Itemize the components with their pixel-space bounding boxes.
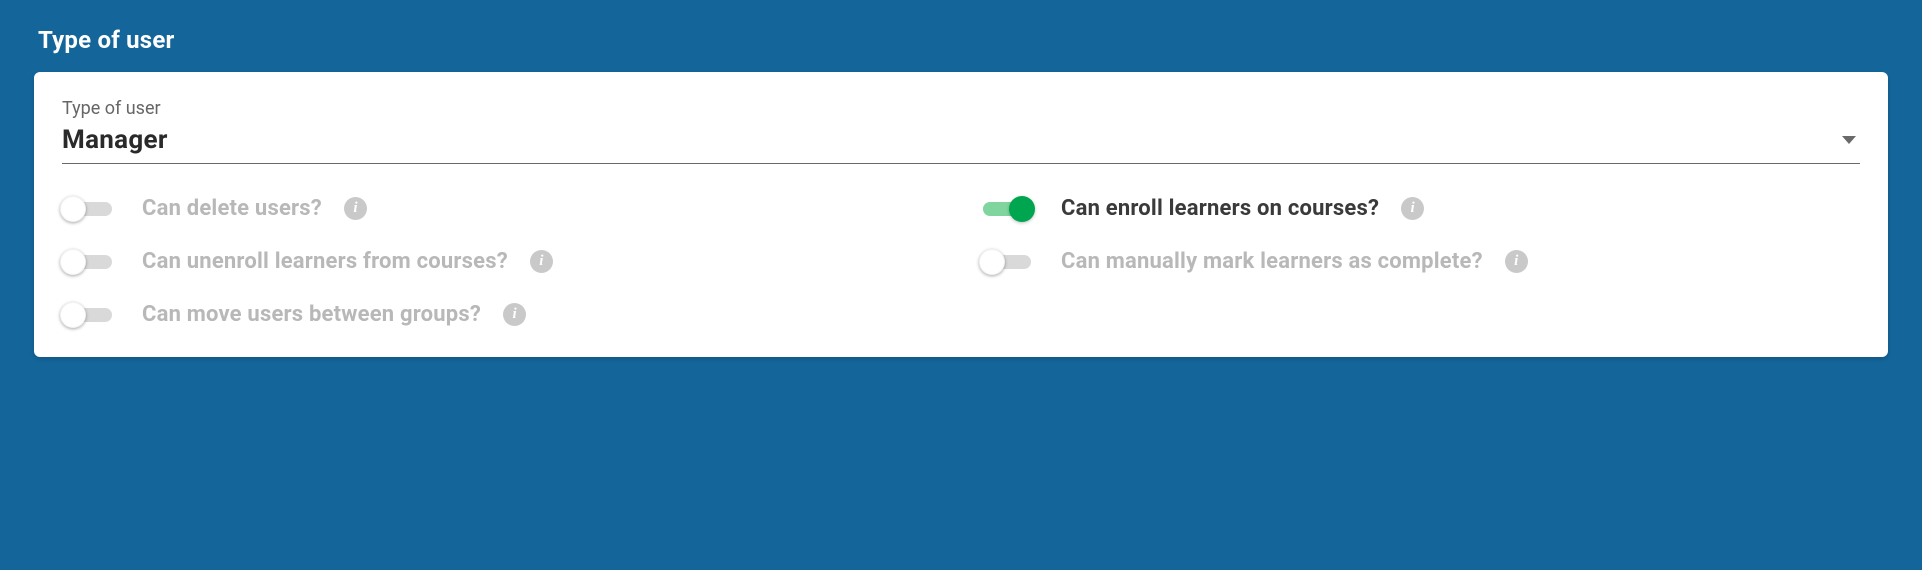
permission-label: Can delete users? bbox=[142, 196, 322, 221]
info-icon[interactable]: i bbox=[1401, 197, 1424, 220]
section-title: Type of user bbox=[38, 26, 1888, 54]
toggle-move-groups[interactable] bbox=[62, 305, 114, 325]
permission-row-unenroll-learners: Can unenroll learners from courses? i bbox=[62, 249, 941, 274]
info-icon[interactable]: i bbox=[503, 303, 526, 326]
permission-row-move-groups: Can move users between groups? i bbox=[62, 302, 941, 327]
info-icon[interactable]: i bbox=[530, 250, 553, 273]
type-of-user-value: Manager bbox=[62, 125, 1842, 155]
permission-label: Can unenroll learners from courses? bbox=[142, 249, 508, 274]
permissions-grid: Can delete users? i Can enroll learners … bbox=[62, 196, 1860, 327]
permission-row-mark-complete: Can manually mark learners as complete? … bbox=[981, 249, 1860, 274]
permission-label: Can enroll learners on courses? bbox=[1061, 196, 1379, 221]
type-of-user-label: Type of user bbox=[62, 98, 1860, 119]
permission-label: Can manually mark learners as complete? bbox=[1061, 249, 1483, 274]
info-icon[interactable]: i bbox=[344, 197, 367, 220]
chevron-down-icon bbox=[1842, 136, 1856, 144]
toggle-mark-complete[interactable] bbox=[981, 252, 1033, 272]
permission-label: Can move users between groups? bbox=[142, 302, 481, 327]
toggle-delete-users[interactable] bbox=[62, 199, 114, 219]
permission-row-delete-users: Can delete users? i bbox=[62, 196, 941, 221]
user-type-card: Type of user Manager Can delete users? i… bbox=[34, 72, 1888, 357]
type-of-user-select[interactable]: Manager bbox=[62, 125, 1860, 164]
permission-row-enroll-learners: Can enroll learners on courses? i bbox=[981, 196, 1860, 221]
toggle-enroll-learners[interactable] bbox=[981, 199, 1033, 219]
toggle-unenroll-learners[interactable] bbox=[62, 252, 114, 272]
info-icon[interactable]: i bbox=[1505, 250, 1528, 273]
